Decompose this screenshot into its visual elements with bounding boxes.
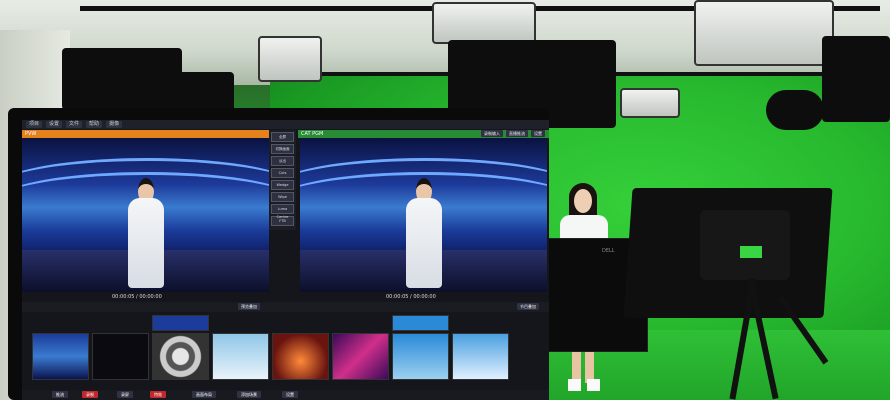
bottom-toolbar: 推流 录制 录屏 特效 画面布局 添加场景 设置: [22, 390, 549, 400]
panel-light-center: [432, 2, 536, 44]
stream-toggle-button[interactable]: 推流: [52, 391, 68, 398]
monitor-brand: DELL: [602, 248, 615, 254]
transition-button[interactable]: 淡出: [271, 156, 294, 166]
layout-button[interactable]: 画面布局: [192, 391, 216, 398]
transition-panel: 全屏 切换画面 淡出 Cuts Wedge Wipe Luma Centre F…: [269, 130, 296, 230]
program-window[interactable]: [300, 138, 547, 292]
preview-header: PVW: [22, 130, 269, 138]
studio-scene: DELL 项目 设置 文件 帮助 摄像 PVW CAT PGM 录制输入 直播推…: [0, 0, 890, 400]
transition-button[interactable]: Luma Centre: [271, 204, 294, 219]
transition-button[interactable]: 切换画面: [271, 144, 294, 154]
scene-thumbnail[interactable]: [212, 333, 269, 380]
preview-window[interactable]: [22, 138, 269, 292]
record-button[interactable]: 录制: [82, 391, 98, 398]
scene-thumbnails: [32, 315, 512, 385]
switcher-monitor: 项目 设置 文件 帮助 摄像 PVW CAT PGM 录制输入 直播推流 设置: [8, 108, 549, 400]
record-input-button[interactable]: 录制输入: [481, 130, 503, 137]
scene-thumbnail[interactable]: [332, 333, 389, 380]
screen-record-button[interactable]: 录屏: [117, 391, 133, 398]
scene-thumbnail[interactable]: [272, 333, 329, 380]
preview-timecode: 00:00:05 / 00:00:00: [112, 294, 162, 300]
program-timecode: 00:00:05 / 00:00:00: [386, 294, 436, 300]
scene-thumbnail[interactable]: [32, 333, 89, 380]
effects-button[interactable]: 特效: [150, 391, 166, 398]
program-overlay-button[interactable]: 节目叠加: [517, 303, 539, 310]
panel-light-left-2: [176, 72, 234, 112]
transition-button[interactable]: 全屏: [271, 132, 294, 142]
presenter-face: [574, 189, 592, 213]
scene-thumbnail[interactable]: [392, 333, 449, 380]
preview-overlay-button[interactable]: 预览叠加: [238, 303, 260, 310]
spot-light: [258, 36, 322, 82]
scene-thumbnail[interactable]: [92, 333, 149, 380]
spot-light-right: [620, 88, 680, 118]
menu-item[interactable]: 摄像: [106, 121, 123, 128]
anchor-figure: [404, 178, 444, 288]
add-scene-button[interactable]: 添加场景: [237, 391, 261, 398]
scene-thumbnail[interactable]: [152, 333, 209, 380]
camera-lcd: [740, 246, 762, 258]
panel-light-right: [694, 0, 834, 66]
menu-item[interactable]: 项目: [26, 121, 43, 128]
top-right-buttons: 录制输入 直播推流 设置: [481, 130, 545, 137]
switcher-screen: 项目 设置 文件 帮助 摄像 PVW CAT PGM 录制输入 直播推流 设置: [22, 120, 549, 400]
scene-thumbnail[interactable]: [452, 333, 509, 380]
stream-button[interactable]: 直播推流: [506, 130, 528, 137]
video-camera: [700, 210, 790, 280]
menu-item[interactable]: 文件: [66, 121, 83, 128]
program-label: CAT PGM: [301, 131, 324, 137]
transition-button[interactable]: Wedge: [271, 180, 294, 190]
preview-label: PVW: [25, 131, 37, 137]
menu-item[interactable]: 设置: [46, 121, 63, 128]
fresnel-light: [766, 90, 824, 130]
menu-bar: 项目 设置 文件 帮助 摄像: [22, 120, 549, 129]
panel-light-left: [62, 48, 182, 110]
control-row: 预览叠加 节目叠加: [22, 302, 549, 312]
scene-thumbnail[interactable]: [152, 315, 209, 331]
settings-footer-button[interactable]: 设置: [282, 391, 298, 398]
panel-light-far-right: [822, 36, 890, 122]
transition-button[interactable]: Cuts: [271, 168, 294, 178]
menu-item[interactable]: 帮助: [86, 121, 103, 128]
scene-thumbnail[interactable]: [392, 315, 449, 331]
transition-button[interactable]: Wipe: [271, 192, 294, 202]
anchor-figure: [126, 178, 166, 288]
transition-button[interactable]: FTB: [271, 216, 294, 226]
presenter-shoes: [568, 379, 600, 391]
settings-button[interactable]: 设置: [531, 130, 545, 137]
